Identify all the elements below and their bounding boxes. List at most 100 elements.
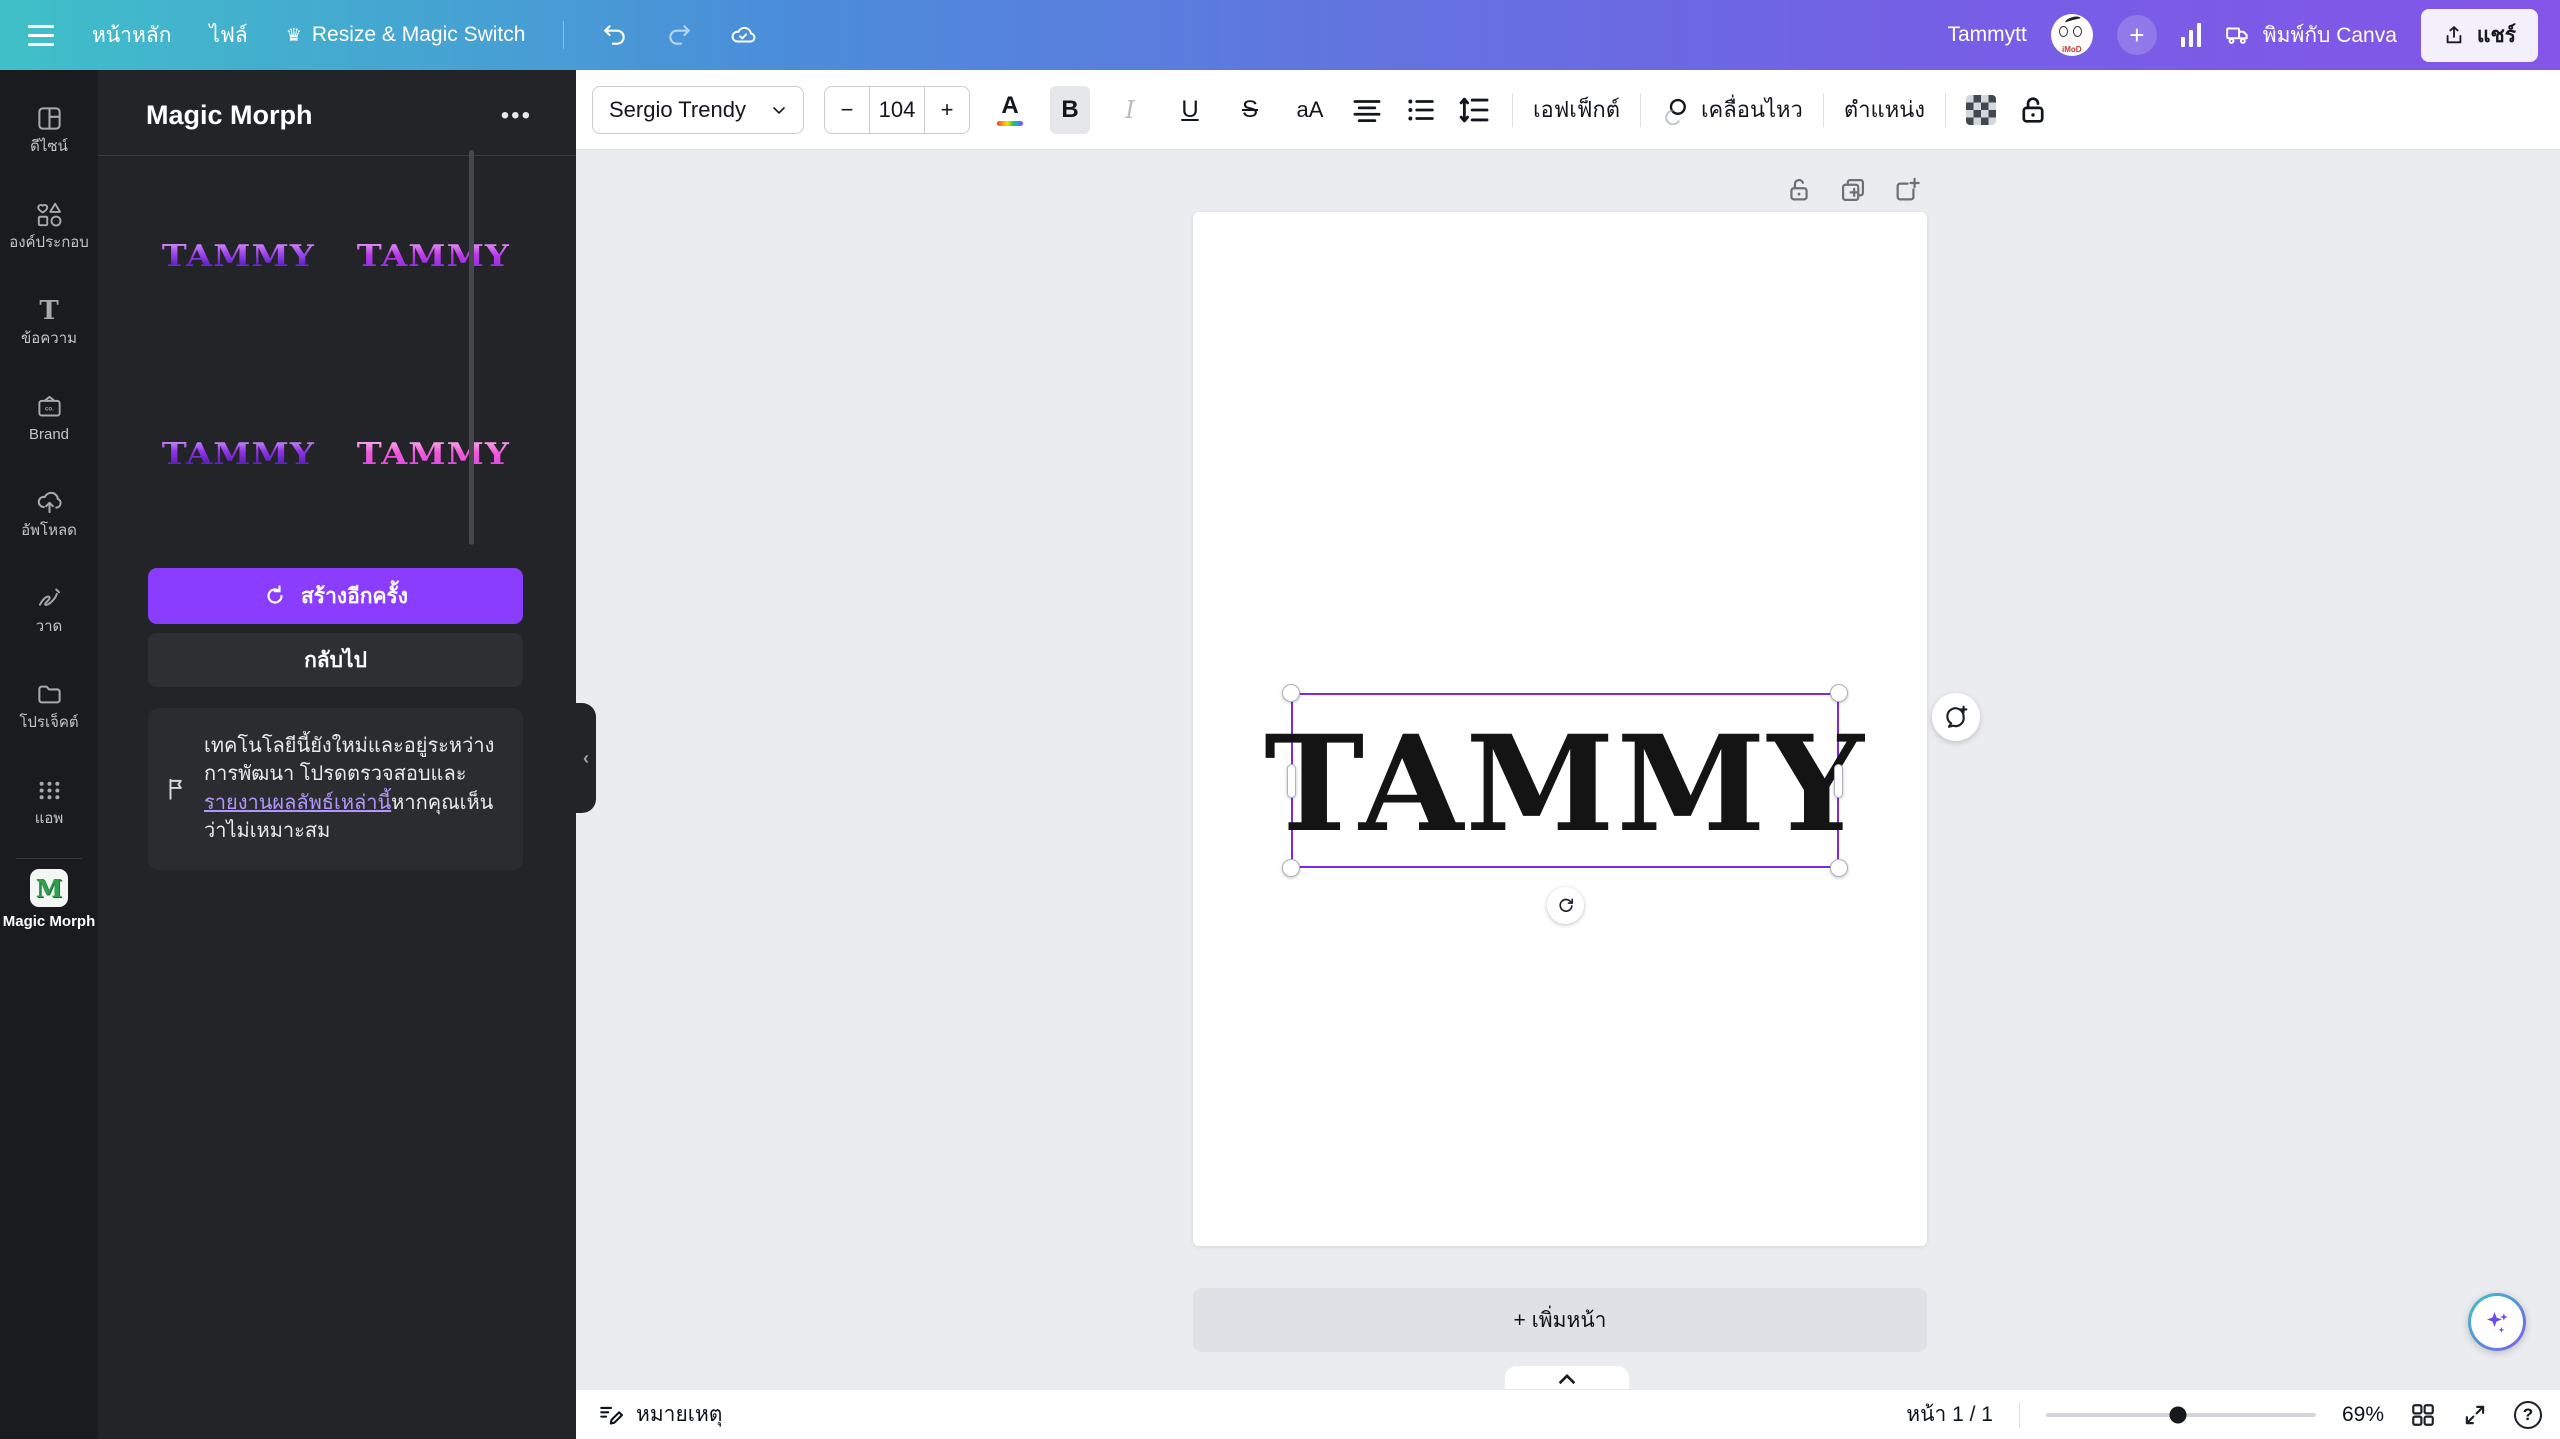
sidebar-item-uploads[interactable]: อัพโหลด <box>0 466 98 562</box>
svg-text:co.: co. <box>45 406 54 413</box>
canvas-text[interactable]: TAMMY <box>1264 707 1866 862</box>
position-button[interactable]: ตำแหน่ง <box>1844 92 1925 127</box>
resize-magic-switch-button[interactable]: ♛ Resize & Magic Switch <box>286 23 526 47</box>
preview-grid: TAMMY TAMMY TAMMY TAMMY <box>148 165 523 546</box>
grid-view-button[interactable] <box>2410 1402 2436 1428</box>
rainbow-color-bar <box>997 121 1023 126</box>
strikethrough-button[interactable]: S <box>1230 86 1270 134</box>
projects-icon <box>36 681 63 708</box>
print-with-canva-button[interactable]: พิมพ์กับ Canva <box>2225 19 2397 52</box>
insights-button[interactable] <box>2181 23 2201 47</box>
cloud-save-icon[interactable] <box>730 22 756 48</box>
bullet-list-button[interactable] <box>1404 93 1438 127</box>
canva-editor: หน้าหลัก ไฟล์ ♛ Resize & Magic Switch Ta… <box>0 0 2560 1439</box>
disclaimer-note: เทคโนโลยีนี้ยังใหม่และอยู่ระหว่างการพัฒน… <box>148 708 523 870</box>
resize-handle-sw[interactable] <box>1282 859 1300 877</box>
menu-home[interactable]: หน้าหลัก <box>92 19 171 52</box>
sidebar-item-design[interactable]: ดีไซน์ <box>0 82 98 178</box>
font-size-stepper: − 104 + <box>824 86 970 134</box>
panel-divider <box>98 155 576 156</box>
page-controls <box>1785 176 1921 204</box>
user-name[interactable]: Tammytt <box>1947 23 2026 47</box>
panel-scrollbar[interactable] <box>469 150 474 545</box>
resize-handle-se[interactable] <box>1830 859 1848 877</box>
go-back-button[interactable]: กลับไป <box>148 633 523 687</box>
sidebar-item-elements[interactable]: องค์ประกอบ <box>0 178 98 274</box>
main-menu-button[interactable] <box>28 25 54 46</box>
selected-text-element[interactable]: TAMMY <box>1291 693 1839 868</box>
add-page-button[interactable]: + เพิ่มหน้า <box>1193 1288 1927 1352</box>
preview-result-2[interactable]: TAMMY <box>343 165 523 348</box>
top-bar: หน้าหลัก ไฟล์ ♛ Resize & Magic Switch Ta… <box>0 0 2560 70</box>
help-button[interactable]: ? <box>2514 1401 2542 1429</box>
rotate-handle[interactable] <box>1547 887 1584 924</box>
lock-button[interactable] <box>2016 93 2050 127</box>
add-comment-button[interactable] <box>1932 693 1980 741</box>
sidebar-item-draw[interactable]: วาด <box>0 562 98 658</box>
notes-icon <box>598 1402 624 1428</box>
regenerate-button[interactable]: สร้างอีกครั้ง <box>148 568 523 624</box>
topbar-divider <box>563 21 564 49</box>
resize-handle-ne[interactable] <box>1830 684 1848 702</box>
sidebar-item-apps[interactable]: แอพ <box>0 754 98 850</box>
effects-button[interactable]: เอฟเฟ็กต์ <box>1533 92 1620 127</box>
preview-result-3[interactable]: TAMMY <box>148 363 328 546</box>
expand-panel-tab[interactable] <box>1505 1366 1629 1390</box>
add-page-icon-button[interactable] <box>1893 176 1921 204</box>
sidebar-item-magic-morph-active[interactable]: M Magic Morph <box>0 869 98 930</box>
italic-button[interactable]: I <box>1110 86 1150 134</box>
truck-icon <box>2225 22 2251 48</box>
create-design-button[interactable]: + <box>2117 15 2157 55</box>
animate-icon <box>1661 95 1691 125</box>
resize-handle-nw[interactable] <box>1282 684 1300 702</box>
sidebar-item-text[interactable]: T ข้อความ <box>0 274 98 370</box>
sidebar-item-brand[interactable]: co. Brand <box>0 370 98 466</box>
zoom-slider[interactable] <box>2046 1413 2316 1417</box>
sidebar-item-projects[interactable]: โปรเจ็คต์ <box>0 658 98 754</box>
preview-result-4[interactable]: TAMMY <box>343 363 523 546</box>
menu-file[interactable]: ไฟล์ <box>209 19 247 52</box>
magic-morph-app-icon: M <box>30 869 68 907</box>
transparency-button[interactable] <box>1966 95 1996 125</box>
font-family-select[interactable]: Sergio Trendy <box>592 86 804 134</box>
resize-handle-w[interactable] <box>1287 764 1296 798</box>
panel-more-button[interactable]: ••• <box>501 111 532 121</box>
comment-plus-icon <box>1943 704 1969 730</box>
text-align-button[interactable] <box>1350 93 1384 127</box>
avatar[interactable]: iMoD <box>2051 14 2093 56</box>
elements-icon <box>36 201 63 228</box>
zoom-slider-thumb[interactable] <box>2170 1406 2187 1423</box>
text-toolbar: Sergio Trendy − 104 + A B I U S aA เอฟเฟ… <box>576 70 2560 150</box>
font-size-increase-button[interactable]: + <box>925 87 969 133</box>
text-case-button[interactable]: aA <box>1290 86 1330 134</box>
undo-button[interactable] <box>602 22 628 48</box>
resize-handle-e[interactable] <box>1834 764 1843 798</box>
notes-button[interactable]: หมายเหตุ <box>598 1398 722 1431</box>
canva-assistant-button[interactable] <box>2468 1293 2526 1351</box>
panel-collapse-button[interactable]: ‹ <box>576 703 596 813</box>
chevron-down-icon <box>769 100 789 120</box>
status-bar: หมายเหตุ หน้า 1 / 1 69% ? <box>576 1389 2560 1439</box>
report-results-link[interactable]: รายงานผลลัพธ์เหล่านี้ <box>204 792 391 814</box>
page-unlock-button[interactable] <box>1785 176 1813 204</box>
redo-button[interactable] <box>666 22 692 48</box>
text-icon: T <box>39 298 58 324</box>
fullscreen-button[interactable] <box>2462 1402 2488 1428</box>
uploads-icon <box>36 489 63 516</box>
font-size-decrease-button[interactable]: − <box>825 87 869 133</box>
text-color-button[interactable]: A <box>990 86 1030 134</box>
brand-icon: co. <box>36 393 63 420</box>
sidebar-divider <box>16 858 82 859</box>
share-button[interactable]: แชร์ <box>2421 9 2538 62</box>
rotate-icon <box>1556 896 1576 916</box>
animate-button[interactable]: เคลื่อนไหว <box>1661 92 1803 127</box>
bold-button[interactable]: B <box>1050 86 1090 134</box>
preview-result-1[interactable]: TAMMY <box>148 165 328 348</box>
underline-button[interactable]: U <box>1170 86 1210 134</box>
sparkles-icon <box>2482 1307 2512 1337</box>
regenerate-icon <box>263 584 287 608</box>
flag-icon <box>164 776 190 802</box>
line-spacing-button[interactable] <box>1458 93 1492 127</box>
font-size-value[interactable]: 104 <box>869 87 925 133</box>
duplicate-page-button[interactable] <box>1839 176 1867 204</box>
